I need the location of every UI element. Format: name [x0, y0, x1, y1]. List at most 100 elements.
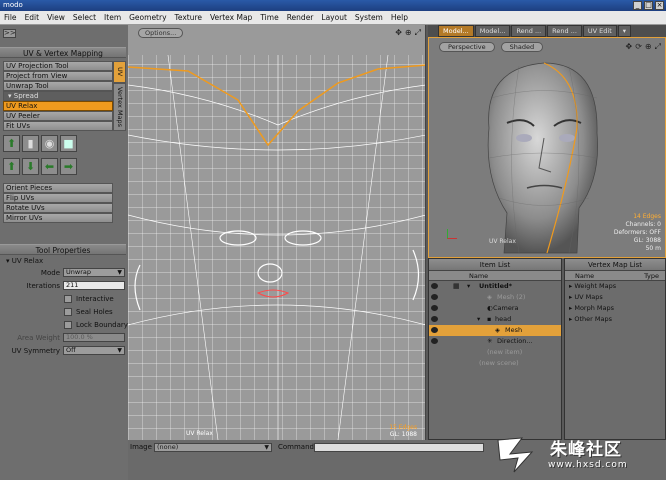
item-list-col-name[interactable]: Name [469, 271, 488, 281]
iterations-value: 211 [66, 281, 79, 289]
spherical-uv-icon[interactable]: ◉ [41, 135, 58, 152]
vertex-map-list-header[interactable]: Vertex Map List [565, 259, 665, 271]
fit-uvs-button[interactable]: Fit UVs [3, 121, 113, 131]
item-label: head [495, 315, 512, 323]
menu-file[interactable]: File [0, 13, 21, 22]
menu-item[interactable]: Item [100, 13, 125, 22]
camera-icon: ◐ [487, 304, 493, 312]
vmap-row-uv[interactable]: ▸ UV Maps [565, 292, 665, 303]
menu-render[interactable]: Render [283, 13, 318, 22]
lock-boundary-checkbox[interactable] [64, 320, 72, 329]
cube-uv-icon[interactable]: ■ [60, 135, 77, 152]
minimize-button[interactable]: _ [633, 1, 642, 10]
fit-view-icon[interactable]: ⤢ [415, 28, 421, 38]
visibility-eye-icon[interactable] [431, 327, 438, 333]
visibility-eye-icon[interactable] [431, 305, 438, 311]
item-label: Mesh (2) [497, 293, 526, 301]
menu-help[interactable]: Help [387, 13, 412, 22]
project-from-view-button[interactable]: Project from View [3, 71, 113, 81]
item-row-directional-light[interactable]: ✳ Direction... [429, 336, 561, 347]
uv-projection-tool-button[interactable]: UV Projection Tool [3, 61, 113, 71]
menu-time[interactable]: Time [256, 13, 282, 22]
spread-section-toggle[interactable]: ▾ Spread [3, 91, 113, 101]
menu-edit[interactable]: Edit [21, 13, 44, 22]
cylinder-uv-icon[interactable]: ⬆ [3, 135, 20, 152]
item-list-header[interactable]: Item List [429, 259, 561, 271]
menu-select[interactable]: Select [69, 13, 100, 22]
unwrap-tool-button[interactable]: Unwrap Tool [3, 81, 113, 91]
menu-geometry[interactable]: Geometry [125, 13, 170, 22]
tab-render-2[interactable]: Rend ... [547, 25, 582, 37]
interactive-checkbox[interactable] [64, 294, 72, 303]
lock-boundary-label: Lock Boundary [76, 320, 128, 329]
item-row-new-scene[interactable]: (new scene) [429, 358, 561, 369]
vmap-row-other[interactable]: ▸ Other Maps [565, 314, 665, 325]
visibility-eye-icon[interactable] [431, 294, 438, 300]
fit-view-icon[interactable]: ⤢ [655, 42, 661, 52]
menu-texture[interactable]: Texture [171, 13, 206, 22]
uv-relax-button[interactable]: UV Relax [3, 101, 113, 111]
vmap-col-type[interactable]: Type [644, 271, 659, 281]
visibility-eye-icon[interactable] [431, 316, 438, 322]
iterations-input[interactable]: 211 [63, 281, 125, 290]
channels-count: Channels: 0 [625, 221, 661, 228]
command-input[interactable] [314, 443, 484, 452]
menu-layout[interactable]: Layout [317, 13, 351, 22]
uv-mapping-header[interactable]: UV & Vertex Mapping [0, 47, 126, 58]
item-row-head[interactable]: ▾ ▪ head [429, 314, 561, 325]
menu-system[interactable]: System [351, 13, 387, 22]
menu-view[interactable]: View [43, 13, 69, 22]
maximize-button[interactable]: □ [644, 1, 653, 10]
item-row-scene[interactable]: ▦ ▾ Untitled* [429, 281, 561, 292]
tab-model-2[interactable]: Model... [474, 25, 511, 37]
mirror-uvs-button[interactable]: Mirror UVs [3, 213, 113, 223]
uv-peeler-button[interactable]: UV Peeler [3, 111, 113, 121]
cylinder-map-icon[interactable]: ▮ [22, 135, 39, 152]
uv-symmetry-select[interactable]: Off ▼ [63, 346, 125, 355]
zoom-view-icon[interactable]: ⊕ [645, 42, 652, 52]
seal-holes-checkbox[interactable] [64, 307, 72, 316]
arrow-right-icon[interactable]: ➡ [60, 158, 77, 175]
vmap-col-name[interactable]: Name [575, 271, 594, 281]
menu-vertex-map[interactable]: Vertex Map [206, 13, 256, 22]
uv-viewport[interactable]: Options... ✥ ⊕ ⤢ UV Relax 15 Edges GL: 1… [128, 25, 426, 440]
projection-select[interactable]: Perspective [439, 42, 495, 52]
rotate-uvs-button[interactable]: Rotate UVs [3, 203, 113, 213]
options-button[interactable]: Options... [138, 28, 184, 38]
tab-model-1[interactable]: Model... [438, 25, 474, 37]
tab-vertex-maps[interactable]: Vertex Maps [113, 83, 126, 131]
tab-render-1[interactable]: Rend ... [511, 25, 547, 37]
tool-properties-header[interactable]: Tool Properties [0, 244, 126, 255]
shading-select[interactable]: Shaded [500, 42, 544, 52]
item-row-new-item[interactable]: (new item) [429, 347, 561, 358]
lock-boundary-row[interactable]: Lock Boundary [64, 319, 128, 330]
tab-uv[interactable]: UV [113, 61, 126, 83]
visibility-eye-icon[interactable] [431, 338, 438, 344]
interactive-row[interactable]: Interactive [64, 293, 114, 304]
arrow-up-icon[interactable]: ⬆ [3, 158, 20, 175]
uv-mesh-wireframe [128, 54, 425, 440]
zoom-view-icon[interactable]: ⊕ [405, 28, 412, 38]
panel-collapse-button[interactable]: >> [3, 29, 16, 38]
area-weight-input[interactable]: 100.0 % [63, 333, 125, 342]
arrow-left-icon[interactable]: ⬅ [41, 158, 58, 175]
tab-menu[interactable]: ▾ [617, 25, 632, 37]
item-row-camera[interactable]: ◐ Camera [429, 303, 561, 314]
vmap-row-morph[interactable]: ▸ Morph Maps [565, 303, 665, 314]
seal-holes-row[interactable]: Seal Holes [64, 306, 113, 317]
flip-uvs-button[interactable]: Flip UVs [3, 193, 113, 203]
close-button[interactable]: × [655, 1, 664, 10]
mode-select[interactable]: Unwrap ▼ [63, 268, 125, 277]
move-view-icon[interactable]: ✥ [625, 42, 632, 52]
rotate-view-icon[interactable]: ⟳ [635, 42, 642, 52]
vmap-row-weight[interactable]: ▸ Weight Maps [565, 281, 665, 292]
move-view-icon[interactable]: ✥ [395, 28, 402, 38]
visibility-eye-icon[interactable] [431, 283, 438, 289]
arrow-down-icon[interactable]: ⬇ [22, 158, 39, 175]
image-select[interactable]: (none) ▼ [154, 443, 272, 452]
tab-uv-edit[interactable]: UV Edit [582, 25, 617, 37]
perspective-viewport[interactable]: Perspective Shaded ✥ ⟳ ⊕ ⤢ UV Relax 14 E… [428, 37, 666, 258]
item-row-mesh2[interactable]: ◈ Mesh (2) [429, 292, 561, 303]
orient-pieces-button[interactable]: Orient Pieces [3, 183, 113, 193]
item-row-mesh-selected[interactable]: ◈ Mesh [429, 325, 561, 336]
